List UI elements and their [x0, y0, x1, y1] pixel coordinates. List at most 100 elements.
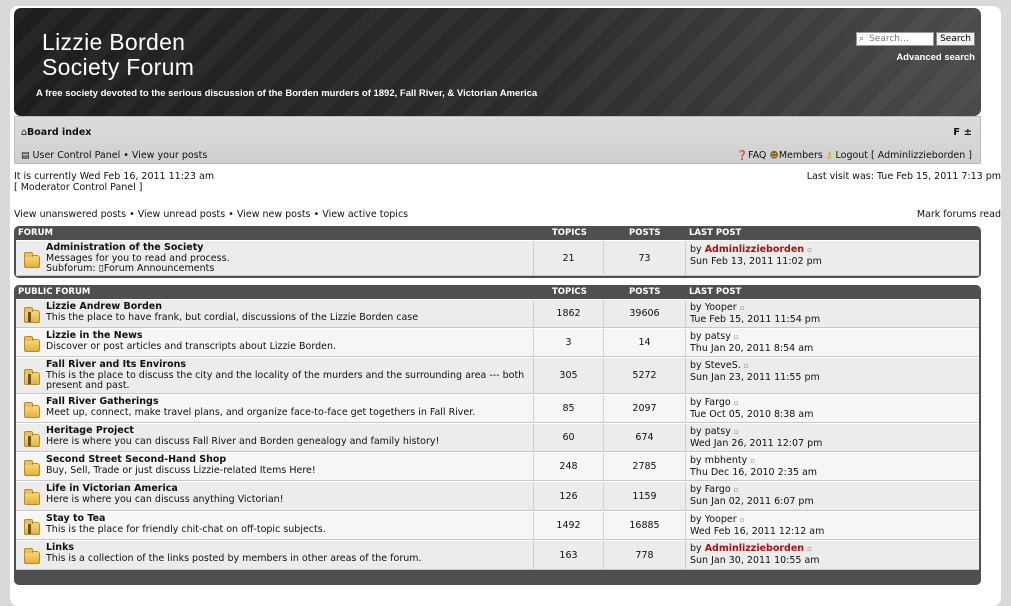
forum-description: This is the place to discuss the city an… — [46, 369, 525, 391]
search-input[interactable] — [856, 32, 935, 46]
subforum-link[interactable]: Subforum: ▯Forum Announcements — [46, 263, 533, 275]
last-post-date: Sun Feb 13, 2011 11:02 pm — [690, 256, 822, 267]
forum-main-cell: Heritage Project Here is where you can di… — [46, 424, 533, 451]
members-icon: ☻ — [769, 151, 779, 161]
last-post-author[interactable]: SteveS. — [705, 360, 741, 371]
goto-post-icon[interactable]: ▫ — [734, 399, 739, 407]
forum-row: Life in Victorian America Here is where y… — [16, 481, 979, 511]
goto-post-icon[interactable]: ▫ — [750, 457, 755, 465]
forum-title-link[interactable]: Fall River Gatherings — [46, 396, 533, 408]
site-title-line1: Lizzie Borden — [42, 29, 186, 55]
forum-row: Stay to Tea This is the place for friendl… — [16, 511, 979, 540]
forum-title-link[interactable]: Life in Victorian America — [46, 483, 533, 495]
last-post-cell: by Fargo ▫ Sun Jan 02, 2011 6:07 pm — [685, 482, 979, 510]
forum-title-link[interactable]: Fall River and Its Environs — [46, 359, 533, 371]
category-title[interactable]: FORUM — [18, 226, 53, 240]
separator: • — [123, 150, 129, 161]
last-post-date: Sun Jan 23, 2011 11:55 pm — [690, 372, 820, 383]
forum-title-link[interactable]: Lizzie Andrew Borden — [46, 301, 533, 313]
members-link[interactable]: Members — [779, 150, 823, 161]
last-post-author[interactable]: Adminlizzieborden — [705, 543, 804, 554]
faq-link[interactable]: FAQ — [748, 150, 766, 161]
view-posts-link[interactable]: View your posts — [132, 150, 207, 161]
forum-title-link[interactable]: Heritage Project — [46, 425, 533, 437]
forum-title-link[interactable]: Administration of the Society — [46, 242, 533, 254]
by-label: by — [690, 514, 702, 525]
last-post-author[interactable]: Adminlizzieborden — [705, 244, 804, 255]
last-post-author[interactable]: mbhenty — [705, 455, 748, 466]
last-post-author[interactable]: Fargo — [705, 484, 731, 495]
view-unanswered-link[interactable]: View unanswered posts — [14, 209, 126, 220]
forum-list: Lizzie Andrew Borden This the place to ha… — [16, 299, 979, 570]
last-post-author[interactable]: Yooper — [705, 514, 737, 525]
goto-post-icon[interactable]: ▫ — [740, 516, 745, 524]
column-posts: POSTS — [629, 287, 661, 297]
forum-description: This is the place for friendly chit-chat… — [46, 523, 326, 535]
current-time: It is currently Wed Feb 16, 2011 11:23 a… — [14, 171, 215, 182]
view-new-link[interactable]: View new posts — [237, 209, 311, 220]
forum-icon-cell — [16, 300, 46, 327]
last-post-date: Sun Jan 02, 2011 6:07 pm — [690, 496, 814, 507]
last-post-author[interactable]: Yooper — [705, 302, 737, 313]
category-title[interactable]: PUBLIC FORUM — [18, 285, 90, 299]
category-public-forum: PUBLIC FORUM TOPICS POSTS LAST POST Lizz… — [14, 285, 981, 585]
forum-row: Second Street Second-Hand Shop Buy, Sell,… — [16, 452, 979, 481]
last-post-cell: by Adminlizzieborden ▫ Sun Feb 13, 2011 … — [685, 241, 979, 275]
forum-description: Buy, Sell, Trade or just discuss Lizzie-… — [46, 464, 316, 476]
last-post-cell: by Yooper ▫ Wed Feb 16, 2011 12:12 am — [685, 512, 979, 539]
last-post-cell: by Fargo ▫ Tue Oct 05, 2010 8:38 am — [685, 395, 979, 422]
posts-count: 73 — [603, 241, 685, 275]
topics-count: 248 — [533, 453, 603, 480]
font-size-control[interactable]: F ± — [953, 127, 972, 138]
forum-title-link[interactable]: Stay to Tea — [46, 513, 533, 525]
forum-title-link[interactable]: Second Street Second-Hand Shop — [46, 454, 533, 466]
forum-description: Here is where you can discuss anything V… — [46, 493, 284, 505]
topics-count: 85 — [533, 395, 603, 422]
search-links: View unanswered posts • View unread post… — [14, 209, 408, 220]
goto-post-icon[interactable]: ▫ — [734, 486, 739, 494]
search-button[interactable]: Search — [936, 32, 975, 46]
site-header: Lizzie Borden Society Forum A free socie… — [14, 8, 981, 116]
forum-row: Fall River and Its Environs This is the p… — [16, 357, 979, 394]
logout-link[interactable]: Logout [ Adminlizzieborden ] — [836, 150, 973, 161]
mark-forums-read-link[interactable]: Mark forums read — [917, 209, 1001, 220]
view-active-link[interactable]: View active topics — [322, 209, 408, 220]
separator: • — [313, 209, 320, 220]
goto-post-icon[interactable]: ▫ — [807, 246, 812, 254]
last-post-date: Sun Jan 30, 2011 10:55 am — [690, 555, 820, 566]
posts-count: 14 — [603, 329, 685, 356]
advanced-search-link[interactable]: Advanced search — [896, 52, 975, 63]
forum-title-link[interactable]: Links — [46, 542, 533, 554]
column-last-post: LAST POST — [689, 228, 742, 238]
nav-row-bottom: ▤ User Control Panel • View your posts ❓… — [21, 150, 974, 164]
nav-left: ▤ User Control Panel • View your posts — [21, 150, 207, 161]
topics-count: 126 — [533, 482, 603, 510]
goto-post-icon[interactable]: ▫ — [807, 545, 812, 553]
forum-row: Lizzie Andrew Borden This the place to ha… — [16, 299, 979, 328]
nav-row-top: ⌂Board index F ± — [21, 127, 974, 141]
board-index-link[interactable]: Board index — [27, 127, 91, 138]
goto-post-icon[interactable]: ▫ — [740, 304, 745, 312]
last-post-author[interactable]: patsy — [705, 426, 731, 437]
goto-post-icon[interactable]: ▫ — [734, 428, 739, 436]
forum-row: Fall River Gatherings Meet up, connect, m… — [16, 394, 979, 423]
last-post-author[interactable]: Fargo — [705, 397, 731, 408]
goto-post-icon[interactable]: ▫ — [734, 333, 739, 341]
last-post-author[interactable]: patsy — [705, 331, 731, 342]
forum-icon-cell — [16, 512, 46, 539]
navbar: ⌂Board index F ± ▤ User Control Panel • … — [14, 116, 981, 164]
view-unread-link[interactable]: View unread posts — [138, 209, 226, 220]
site-title[interactable]: Lizzie Borden Society Forum — [42, 30, 194, 80]
folder-icon — [24, 431, 40, 447]
forum-row: Heritage Project Here is where you can di… — [16, 423, 979, 452]
separator: • — [129, 209, 135, 220]
forum-main-cell: Fall River and Its Environs This is the p… — [46, 358, 533, 393]
forum-description: Discover or post articles and transcript… — [46, 340, 337, 352]
by-label: by — [690, 360, 702, 371]
logout-icon: ⚷ — [825, 151, 833, 161]
forum-title-link[interactable]: Lizzie in the News — [46, 330, 533, 342]
user-control-panel-link[interactable]: User Control Panel — [33, 150, 121, 161]
moderator-control-panel-link[interactable]: [ Moderator Control Panel ] — [14, 182, 214, 193]
folder-icon — [24, 252, 40, 268]
goto-post-icon[interactable]: ▫ — [744, 362, 749, 370]
